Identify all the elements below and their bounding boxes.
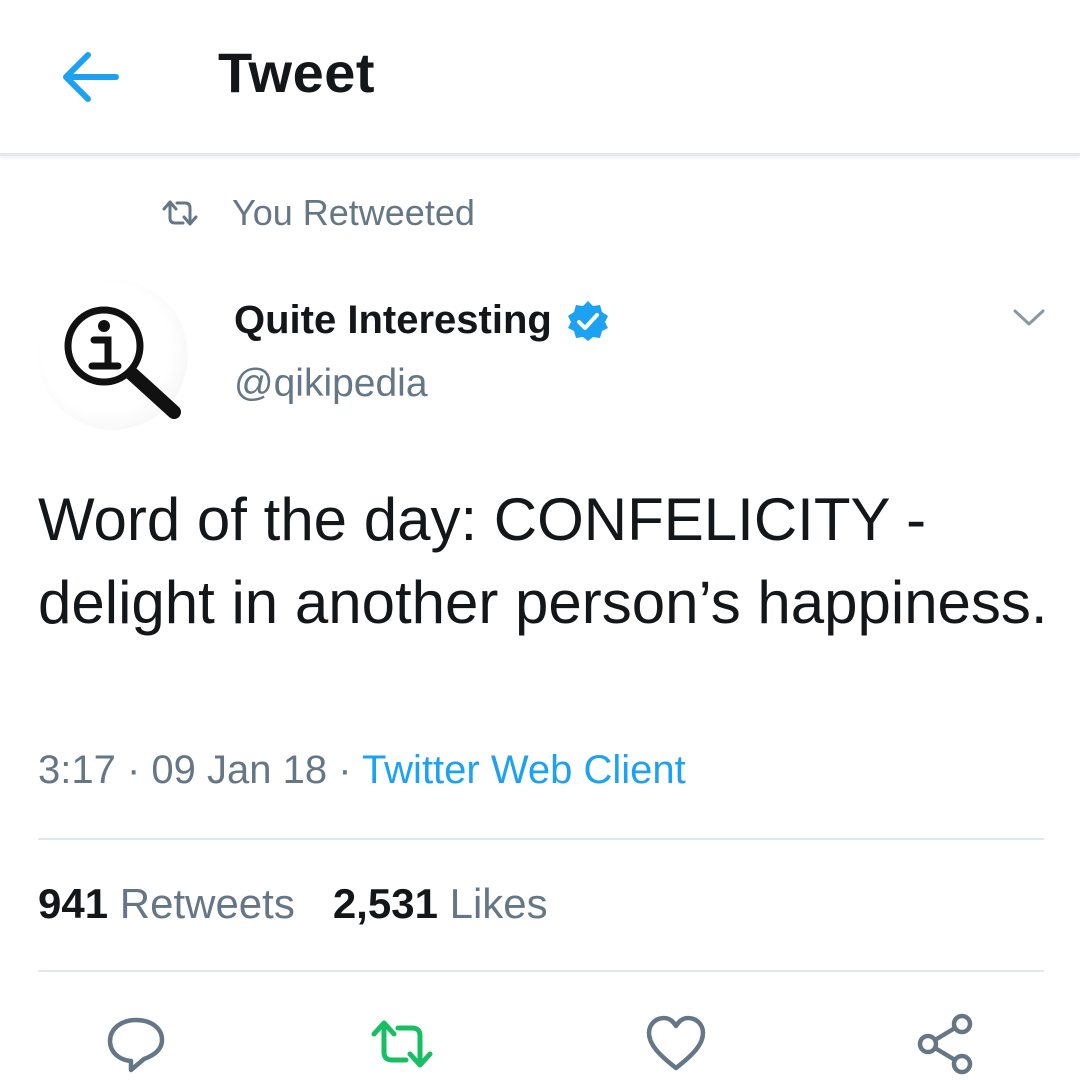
avatar[interactable] [38, 280, 188, 430]
retweets-label: Retweets [119, 880, 295, 927]
retweet-context: You Retweeted [160, 190, 475, 236]
likes-label: Likes [449, 880, 548, 927]
author-name[interactable]: Quite Interesting [234, 298, 610, 343]
retweets-count: 941 [38, 880, 109, 927]
divider [38, 838, 1044, 840]
meta-separator: · [327, 748, 362, 792]
chevron-down-icon[interactable] [1010, 298, 1048, 336]
retweets-stat[interactable]: 941 Retweets [38, 880, 295, 928]
author-name-label: Quite Interesting [234, 298, 552, 342]
tweet-meta: 3:17 · 09 Jan 18 · Twitter Web Client [38, 748, 686, 793]
tweet-source-link[interactable]: Twitter Web Client [362, 748, 686, 792]
back-arrow-icon[interactable] [58, 44, 124, 110]
retweet-icon[interactable] [370, 1012, 434, 1076]
likes-stat[interactable]: 2,531 Likes [333, 880, 548, 928]
likes-count: 2,531 [332, 880, 438, 927]
retweet-icon [162, 200, 198, 226]
top-bar: Tweet [0, 0, 1080, 156]
share-icon[interactable] [914, 1012, 978, 1076]
magnifier-info-logo-icon [64, 306, 181, 419]
page-title: Tweet [218, 41, 376, 104]
tweet-time: 3:17 [38, 748, 116, 792]
retweet-context-label: You Retweeted [232, 192, 475, 233]
divider [38, 970, 1044, 972]
author-handle[interactable]: @qikipedia [234, 362, 428, 406]
like-icon[interactable] [644, 1012, 708, 1076]
tweet-date: 09 Jan 18 [151, 748, 328, 792]
tweet-stats: 941 Retweets 2,531 Likes [38, 880, 548, 928]
tweet-text: Word of the day: CONFELICITY - delight i… [38, 486, 1048, 636]
reply-icon[interactable] [104, 1012, 168, 1076]
meta-separator: · [115, 748, 152, 792]
verified-badge-icon [567, 300, 608, 341]
